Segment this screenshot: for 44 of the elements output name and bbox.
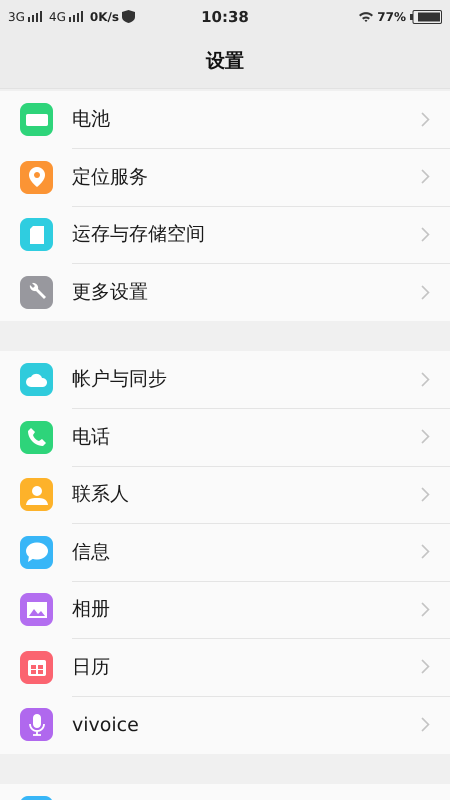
settings-label: 相册 [72, 597, 110, 622]
settings-row[interactable]: 运存与存储空间 [0, 206, 450, 264]
network-label: 4G [48, 10, 66, 24]
settings-label: 运存与存储空间 [72, 222, 205, 248]
settings-label: 更多设置 [72, 280, 148, 306]
settings-row[interactable]: 帐户与同步 [0, 351, 450, 408]
wifi-icon [359, 11, 374, 22]
settings-label: 电池 [72, 107, 110, 132]
chevron-icon [421, 226, 430, 242]
chevron-icon [421, 284, 430, 300]
clock: 10:38 [201, 8, 249, 26]
chevron-icon [421, 602, 430, 617]
chevron-icon [421, 544, 430, 560]
settings-row[interactable]: 信息 [0, 524, 450, 581]
chevron-icon [421, 112, 430, 127]
signal-icon [28, 11, 42, 22]
settings-row[interactable]: 日历 [0, 638, 450, 696]
settings-row[interactable]: 联系人 [0, 466, 450, 524]
settings-label: 联系人 [72, 482, 129, 508]
settings-row[interactable]: vivoice [0, 696, 450, 754]
chevron-icon [421, 717, 430, 732]
chevron-icon [421, 429, 430, 444]
settings-row[interactable]: 更多设置 [0, 264, 450, 321]
shield-icon [122, 10, 136, 23]
chevron-icon [421, 659, 430, 674]
settings-label: 帐户与同步 [72, 367, 167, 392]
settings-label: vivoice [72, 714, 139, 736]
page-title: 设置 [206, 48, 244, 74]
signal-icon [68, 11, 83, 22]
settings-row[interactable]: 相册 [0, 581, 450, 638]
data-speed: 0K/s [90, 10, 120, 24]
settings-label: 日历 [72, 654, 110, 680]
chevron-icon [421, 486, 430, 502]
settings-label: 定位服务 [72, 164, 148, 190]
network-label: 3G [8, 10, 25, 24]
chevron-icon [421, 169, 430, 184]
chevron-icon [421, 372, 430, 387]
settings-label: 信息 [72, 540, 110, 565]
battery-icon [410, 10, 442, 24]
settings-row[interactable]: 定位服务 [0, 148, 450, 206]
settings-label: 电话 [72, 424, 110, 450]
settings-row[interactable]: 电话 [0, 408, 450, 466]
settings-row[interactable]: 电池 [0, 91, 450, 148]
battery-percent: 77% [377, 10, 406, 24]
